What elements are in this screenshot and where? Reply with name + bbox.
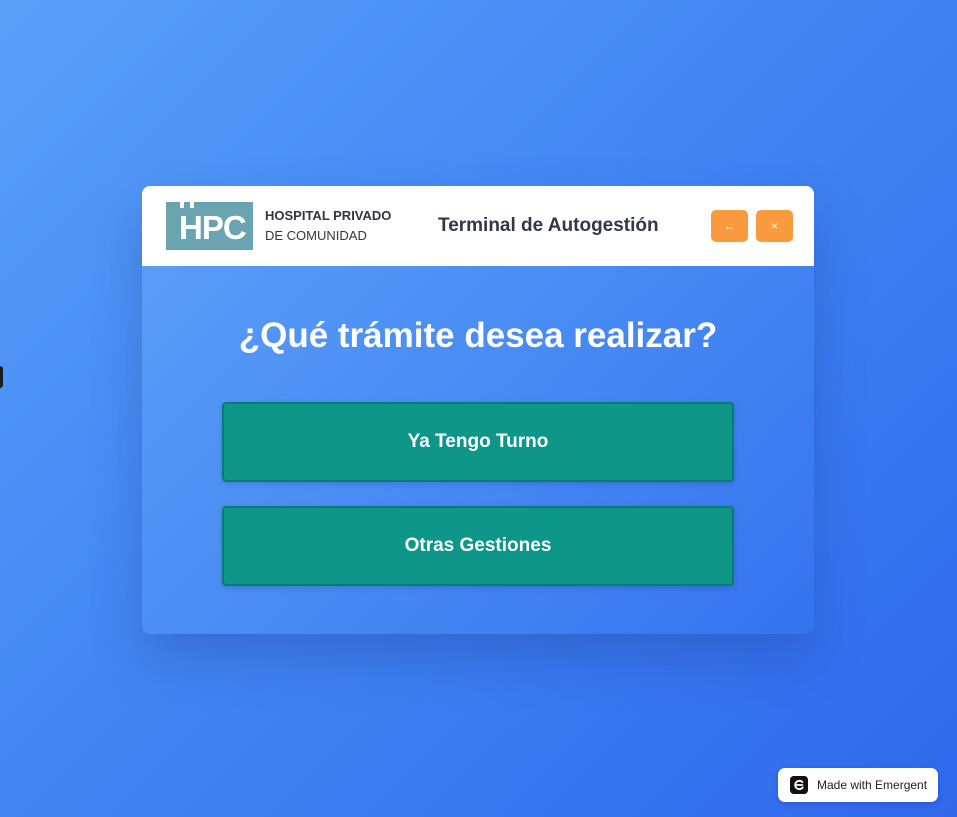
edge-handle — [0, 366, 3, 388]
page-title: ¿Qué trámite desea realizar? — [238, 316, 718, 355]
kiosk-card: HPC HOSPITAL PRIVADO DE COMUNIDAD Termin… — [142, 186, 814, 634]
terminal-title: Terminal de Autogestión — [438, 215, 659, 236]
hospital-name-line2: DE COMUNIDAD — [265, 228, 367, 243]
close-button[interactable]: × — [756, 210, 793, 242]
ya-tengo-turno-button[interactable]: Ya Tengo Turno — [222, 402, 734, 482]
hospital-name-line1: HOSPITAL PRIVADO — [265, 208, 392, 223]
made-with-emergent-badge[interactable]: Made with Emergent — [778, 768, 938, 802]
badge-label: Made with Emergent — [817, 778, 928, 792]
logo-text: HPC — [179, 209, 247, 246]
back-button[interactable]: ← — [711, 210, 748, 242]
hpc-logo: HPC — [166, 200, 253, 250]
emergent-logo-icon — [790, 776, 808, 794]
logo-tick-left — [180, 200, 184, 208]
hospital-name: HOSPITAL PRIVADO DE COMUNIDAD — [265, 208, 391, 244]
card-header: HPC HOSPITAL PRIVADO DE COMUNIDAD Termin… — [142, 186, 814, 266]
logo-tick-right — [190, 200, 194, 208]
otras-gestiones-button[interactable]: Otras Gestiones — [222, 506, 734, 586]
